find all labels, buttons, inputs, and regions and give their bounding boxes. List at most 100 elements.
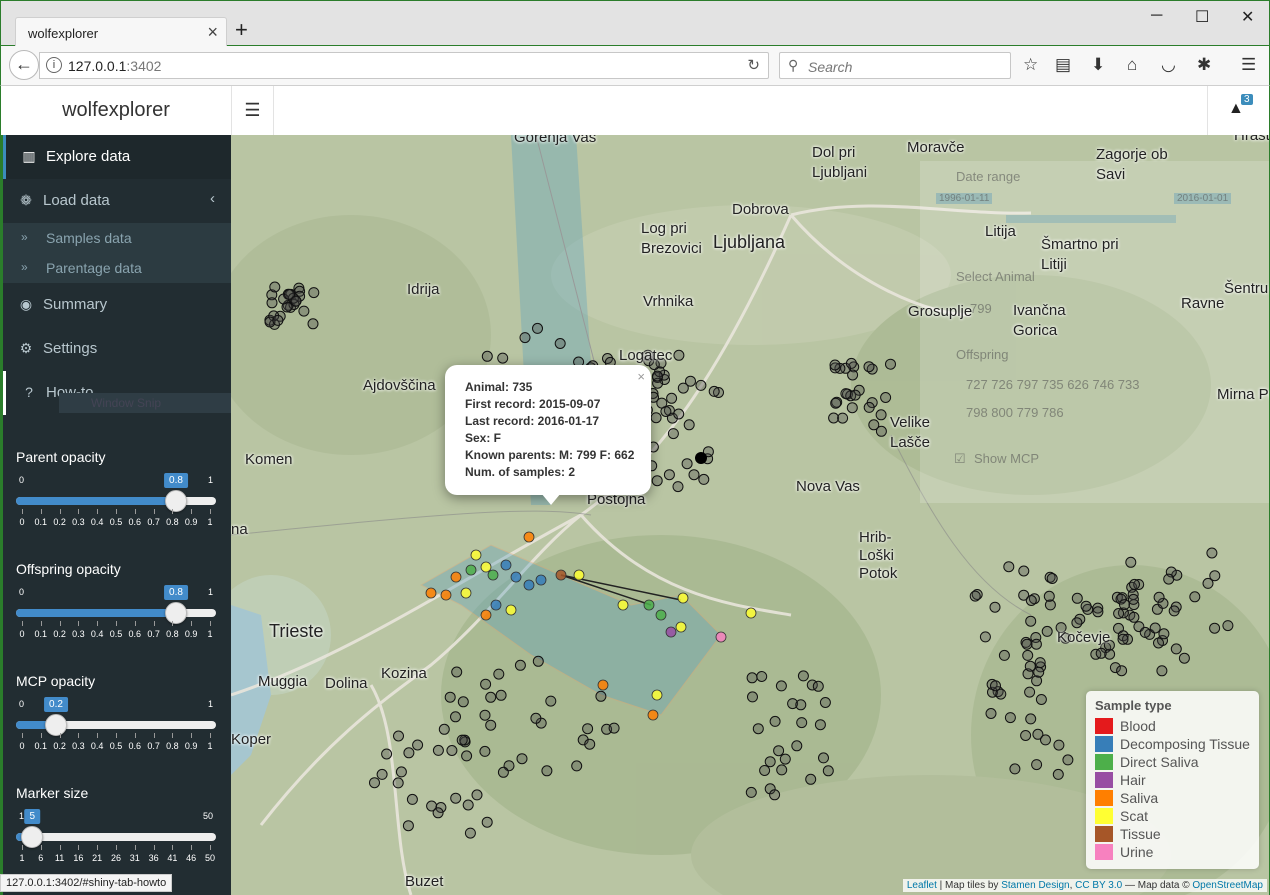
sample-marker[interactable] <box>698 473 710 485</box>
sample-marker[interactable] <box>272 314 284 326</box>
sample-marker[interactable] <box>1025 713 1037 725</box>
sample-marker[interactable] <box>392 777 404 789</box>
sample-marker[interactable] <box>481 350 493 362</box>
sample-marker[interactable] <box>456 734 468 746</box>
sidebar-item-settings[interactable]: ⚙ Settings <box>3 327 231 371</box>
slider-track[interactable] <box>16 714 216 736</box>
url-bar[interactable]: i 127.0.0.1:3402 ↻ <box>39 52 769 79</box>
sample-marker[interactable] <box>1071 592 1083 604</box>
sample-marker[interactable] <box>1153 637 1164 649</box>
sample-marker[interactable] <box>1043 590 1055 602</box>
sample-marker-selected[interactable] <box>490 599 502 611</box>
sample-marker-selected[interactable] <box>555 569 567 581</box>
sample-marker[interactable] <box>1156 665 1168 677</box>
show-mcp-checkbox-icon[interactable]: ☑ <box>954 451 966 467</box>
sample-marker[interactable] <box>1025 595 1037 606</box>
sample-marker[interactable] <box>828 412 840 424</box>
sample-marker[interactable] <box>471 789 483 801</box>
sample-marker[interactable] <box>752 723 764 735</box>
sample-marker[interactable] <box>880 392 892 403</box>
new-tab-button[interactable]: + <box>235 17 248 43</box>
sample-marker[interactable] <box>667 428 679 440</box>
sample-marker[interactable] <box>829 359 841 371</box>
sample-marker-selected[interactable] <box>675 621 687 633</box>
sample-marker[interactable] <box>998 649 1010 661</box>
sample-marker[interactable] <box>651 475 663 487</box>
sample-marker[interactable] <box>1003 561 1015 573</box>
sample-marker[interactable] <box>822 765 834 777</box>
marker-size-slider[interactable]: 1 50 5 1 6 11 16 21 26 31 36 41 46 50 <box>16 809 216 871</box>
sample-marker[interactable] <box>1052 768 1064 780</box>
sample-marker-selected[interactable] <box>677 592 689 604</box>
sample-marker-selected[interactable] <box>745 607 757 619</box>
sample-marker[interactable] <box>541 765 553 777</box>
sample-marker-selected[interactable] <box>597 679 609 691</box>
home-icon[interactable]: ⌂ <box>1127 55 1137 75</box>
sample-marker[interactable] <box>845 357 857 369</box>
sample-marker[interactable] <box>688 469 700 481</box>
sample-marker-selected[interactable] <box>480 561 492 573</box>
sidebar-item-summary[interactable]: ◉ Summary <box>3 283 231 327</box>
slider-track[interactable] <box>16 602 216 624</box>
sample-marker[interactable] <box>795 699 807 711</box>
reload-icon[interactable]: ↻ <box>747 56 760 74</box>
download-icon[interactable]: ⬇ <box>1091 55 1105 75</box>
sample-marker-selected[interactable] <box>651 689 663 701</box>
slider-track[interactable] <box>16 490 216 512</box>
minimize-icon[interactable]: ─ <box>1151 7 1162 25</box>
sidebar-item-explore-data[interactable]: ▥ Explore data <box>3 135 231 179</box>
sample-marker-selected[interactable] <box>487 569 499 581</box>
app-title[interactable]: wolfexplorer <box>1 86 232 135</box>
sample-marker[interactable] <box>846 402 858 414</box>
sample-marker[interactable] <box>756 671 768 682</box>
sample-marker[interactable] <box>849 389 861 401</box>
pocket-icon[interactable]: ◡ <box>1161 55 1176 75</box>
sample-marker[interactable] <box>1021 638 1033 650</box>
sample-marker-selected[interactable] <box>505 604 517 616</box>
sample-marker-selected[interactable] <box>500 559 512 571</box>
sample-marker[interactable] <box>584 738 596 750</box>
sample-marker[interactable] <box>791 740 803 752</box>
sample-marker[interactable] <box>446 745 458 756</box>
sample-marker[interactable] <box>457 696 469 708</box>
parent-opacity-slider[interactable]: 0 1 0.8 0 0.1 0.2 0.3 0.4 0.5 0.6 0.7 0.8 0.9 1 <box>16 473 216 535</box>
sample-marker[interactable] <box>495 689 507 701</box>
offspring-opacity-slider[interactable]: 0 1 0.8 0 0.1 0.2 0.3 0.4 0.5 0.6 0.7 0.8 0.9 1 <box>16 585 216 647</box>
sample-marker[interactable] <box>875 409 887 421</box>
sample-marker[interactable] <box>747 691 758 703</box>
sample-marker[interactable] <box>516 753 528 765</box>
sample-marker[interactable] <box>530 712 542 724</box>
sample-marker[interactable] <box>480 678 492 690</box>
sample-marker[interactable] <box>1153 591 1165 603</box>
sample-marker[interactable] <box>479 745 491 757</box>
sample-marker[interactable] <box>1206 547 1218 559</box>
sample-marker[interactable] <box>840 388 852 400</box>
sample-marker[interactable] <box>1170 643 1182 655</box>
reading-list-icon[interactable]: ▤ <box>1055 55 1071 75</box>
sample-marker[interactable] <box>595 690 607 702</box>
sample-marker[interactable] <box>497 766 509 778</box>
sample-marker[interactable] <box>773 745 785 757</box>
sample-marker[interactable] <box>450 711 461 723</box>
sample-marker[interactable] <box>497 352 509 364</box>
sample-marker[interactable] <box>1128 611 1140 623</box>
sample-marker[interactable] <box>746 672 758 684</box>
sample-marker[interactable] <box>1020 730 1032 741</box>
sample-marker[interactable] <box>814 719 826 731</box>
sample-marker[interactable] <box>462 799 474 811</box>
sample-marker[interactable] <box>1158 628 1170 640</box>
sample-marker[interactable] <box>481 816 493 828</box>
sample-marker[interactable] <box>990 680 1001 692</box>
sample-marker[interactable] <box>1209 622 1221 634</box>
sample-marker[interactable] <box>1034 657 1046 669</box>
sample-marker[interactable] <box>695 379 707 391</box>
sample-marker[interactable] <box>1062 754 1074 766</box>
sample-marker[interactable] <box>1202 577 1214 589</box>
maximize-icon[interactable]: ☐ <box>1195 7 1209 27</box>
sample-marker[interactable] <box>290 295 302 307</box>
sample-marker[interactable] <box>1095 647 1107 659</box>
sample-marker[interactable] <box>1022 649 1034 661</box>
sample-marker[interactable] <box>985 708 997 719</box>
sidebar-item-load-data[interactable]: ❁ Load data ‹ <box>3 179 231 223</box>
sample-marker[interactable] <box>1080 600 1092 612</box>
